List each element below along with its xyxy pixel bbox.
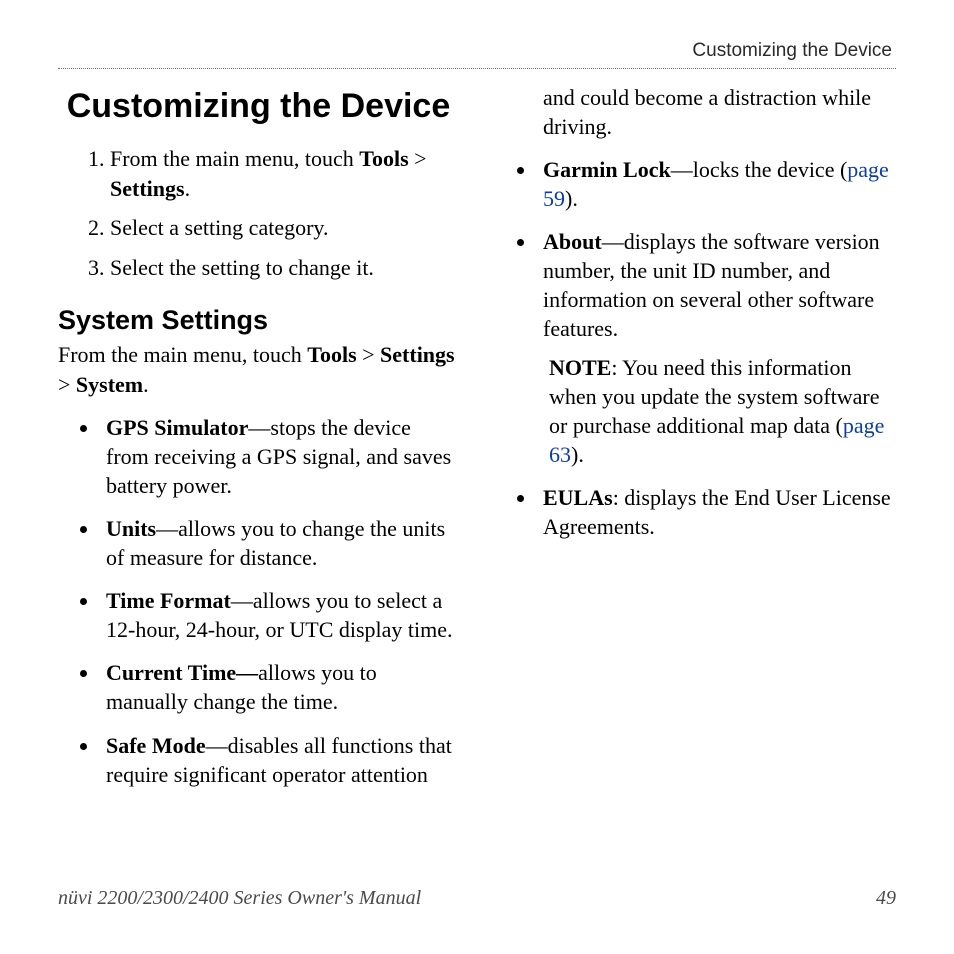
step-1-post: .	[185, 176, 191, 201]
bullet-about-label: About	[543, 229, 602, 254]
page: Customizing the Device Customizing the D…	[0, 0, 954, 954]
step-2: Select a setting category.	[110, 213, 459, 243]
bullet-time-label: Time Format	[106, 588, 231, 613]
intro-post: .	[143, 372, 149, 397]
bullet-current-time: Current Time—allows you to manually chan…	[100, 658, 459, 716]
note-label: NOTE	[549, 355, 611, 380]
step-1-settings: Settings	[110, 176, 185, 201]
bullet-curr-label: Current Time—	[106, 660, 258, 685]
intro-pre: From the main menu, touch	[58, 342, 307, 367]
bullet-gps-simulator: GPS Simulator—stops the device from rece…	[100, 413, 459, 500]
footer-manual-title: nüvi 2200/2300/2400 Series Owner's Manua…	[58, 887, 421, 910]
step-1-sep: >	[409, 146, 427, 171]
about-note: NOTE: You need this information when you…	[543, 353, 896, 469]
bullet-units-desc: —allows you to change the units of measu…	[106, 516, 445, 570]
bullet-eula-label: EULAs	[543, 485, 613, 510]
bullet-eulas: EULAs: displays the End User License Agr…	[537, 483, 896, 541]
bullet-time-format: Time Format—allows you to select a 12-ho…	[100, 586, 459, 644]
bullet-gps-label: GPS Simulator	[106, 415, 248, 440]
intro-system: System	[76, 372, 143, 397]
steps-list: From the main menu, touch Tools > Settin…	[58, 144, 459, 283]
note-post: ).	[571, 442, 584, 467]
bullet-units: Units—allows you to change the units of …	[100, 514, 459, 572]
step-1: From the main menu, touch Tools > Settin…	[110, 144, 459, 203]
page-footer: nüvi 2200/2300/2400 Series Owner's Manua…	[58, 887, 896, 910]
bullet-garmin-lock: Garmin Lock—locks the device (page 59).	[537, 155, 896, 213]
intro-sep2: >	[58, 372, 76, 397]
bullet-safe-label: Safe Mode	[106, 733, 206, 758]
bullet-about: About—displays the software version numb…	[537, 227, 896, 469]
bullet-lock-pre: —locks the device (	[671, 157, 848, 182]
bullet-units-label: Units	[106, 516, 156, 541]
header-divider	[58, 68, 896, 69]
bullet-lock-post: ).	[565, 186, 578, 211]
footer-page-number: 49	[876, 887, 896, 910]
running-head: Customizing the Device	[58, 40, 896, 68]
section-system-settings-intro: From the main menu, touch Tools > Settin…	[58, 340, 459, 399]
step-1-text-pre: From the main menu, touch	[110, 146, 359, 171]
bullet-lock-label: Garmin Lock	[543, 157, 671, 182]
intro-tools: Tools	[307, 342, 356, 367]
page-title: Customizing the Device	[58, 87, 459, 126]
step-3: Select the setting to change it.	[110, 253, 459, 283]
intro-sep1: >	[357, 342, 380, 367]
step-1-tools: Tools	[359, 146, 408, 171]
intro-settings: Settings	[380, 342, 455, 367]
content-columns: Customizing the Device From the main men…	[58, 83, 896, 843]
section-system-settings-heading: System Settings	[58, 305, 459, 336]
